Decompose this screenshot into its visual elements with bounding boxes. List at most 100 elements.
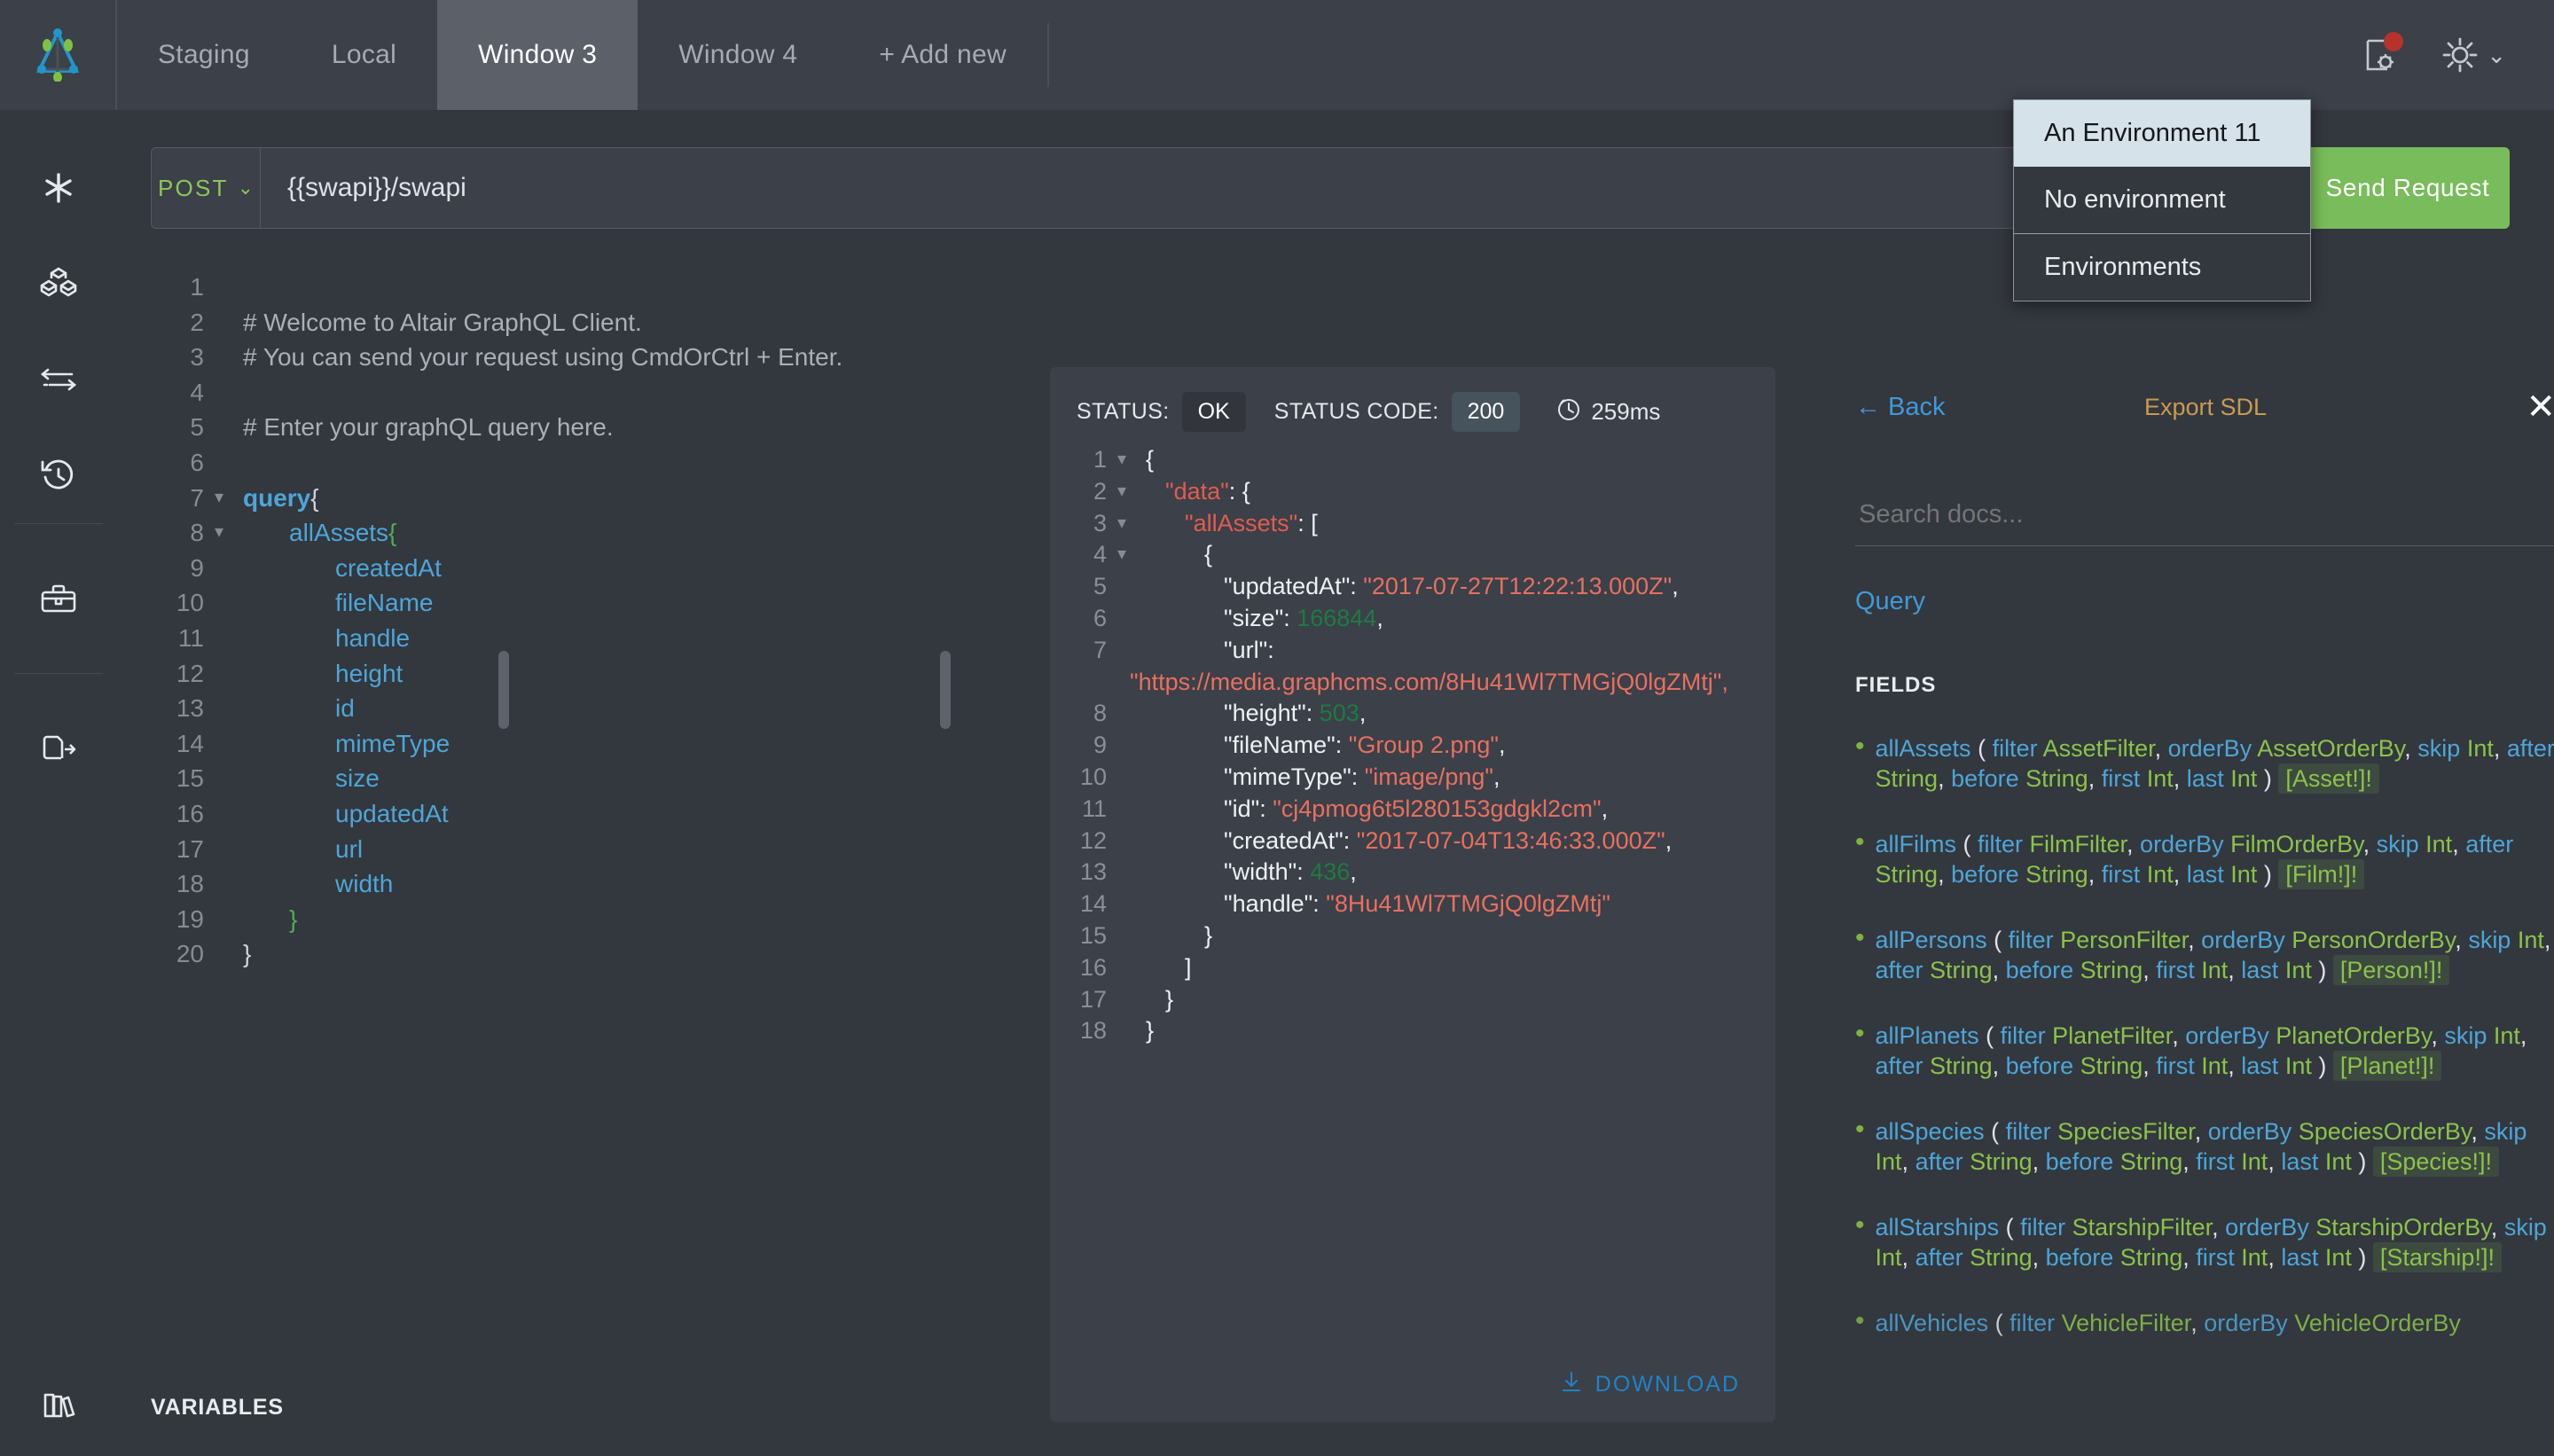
docs-arg-type[interactable]: String bbox=[2025, 765, 2088, 792]
docs-return-type[interactable]: [Film!]! bbox=[2278, 859, 2365, 889]
add-new-window-button[interactable]: + Add new bbox=[838, 0, 1047, 110]
docs-field-name[interactable]: allVehicles bbox=[1876, 1310, 1989, 1336]
fold-toggle-icon[interactable]: ▾ bbox=[208, 481, 231, 516]
docs-field-name[interactable]: allPlanets bbox=[1876, 1022, 1979, 1049]
docs-return-type[interactable]: [Asset!]! bbox=[2278, 763, 2379, 794]
docs-arg-type[interactable]: SpeciesFilter bbox=[2057, 1118, 2195, 1145]
books-icon[interactable] bbox=[38, 1384, 79, 1429]
docs-arg-type[interactable]: String bbox=[2080, 957, 2143, 983]
docs-arg-type[interactable]: SpeciesOrderBy bbox=[2299, 1118, 2472, 1145]
docs-return-type[interactable]: [Starship!]! bbox=[2372, 1242, 2502, 1272]
docs-arg-type[interactable]: PlanetFilter bbox=[2052, 1022, 2172, 1049]
docs-arg-type[interactable]: VehicleOrderBy bbox=[2294, 1310, 2461, 1336]
docs-query-link[interactable]: Query bbox=[1855, 587, 2554, 616]
send-request-button[interactable]: Send Request bbox=[2306, 147, 2510, 229]
docs-arg-type[interactable]: String bbox=[1876, 765, 1939, 792]
tab-staging[interactable]: Staging bbox=[117, 0, 291, 110]
query-pane-drag-handle[interactable] bbox=[498, 651, 509, 729]
docs-field-item[interactable]: • allAssets ( filter AssetFilter, orderBy… bbox=[1855, 733, 2554, 794]
docs-field-item[interactable]: • allStarships ( filter StarshipFilter, o… bbox=[1855, 1212, 2554, 1272]
export-sdl-button[interactable]: Export SDL bbox=[2144, 394, 2267, 421]
fold-toggle-icon[interactable]: ▾ bbox=[1110, 508, 1133, 540]
docs-field-item[interactable]: • allVehicles ( filter VehicleFilter, ord… bbox=[1855, 1308, 2554, 1338]
docs-arg-type[interactable]: StarshipOrderBy bbox=[2315, 1214, 2491, 1241]
docs-field-item[interactable]: • allSpecies ( filter SpeciesFilter, orde… bbox=[1855, 1116, 2554, 1177]
docs-arg-type[interactable]: Int bbox=[2285, 1053, 2312, 1079]
history-clock-icon[interactable] bbox=[0, 427, 117, 523]
docs-arg-type[interactable]: Int bbox=[2467, 735, 2494, 762]
variables-section-label[interactable]: VARIABLES bbox=[151, 1395, 284, 1421]
docs-arg-type[interactable]: Int bbox=[2425, 831, 2452, 857]
docs-field-name[interactable]: allAssets bbox=[1876, 735, 1971, 762]
url-input[interactable] bbox=[261, 147, 2027, 229]
docs-arg-type[interactable]: Int bbox=[2285, 957, 2312, 983]
docs-arg-type[interactable]: PersonFilter bbox=[2060, 927, 2188, 953]
docs-arg-type[interactable]: String bbox=[1930, 957, 1993, 983]
query-editor[interactable]: 1 2 # Welcome to Altair GraphQL Client. 3 # … bbox=[151, 270, 967, 1422]
response-code-lines[interactable]: 1 ▾{2 ▾ "data": {3 ▾ "allAssets": [4 ▾{5 "updat… bbox=[1069, 444, 1775, 1047]
docs-arg-type[interactable]: Int bbox=[2201, 1053, 2228, 1079]
docs-arg-type[interactable]: Int bbox=[2325, 1148, 2352, 1175]
docs-arg-type[interactable]: Int bbox=[2147, 765, 2174, 792]
docs-arg-type[interactable]: Int bbox=[2325, 1244, 2352, 1271]
collections-icon[interactable] bbox=[0, 236, 117, 332]
docs-arg-type[interactable]: Int bbox=[1876, 1148, 1902, 1175]
download-response-button[interactable]: DOWNLOAD bbox=[1560, 1370, 1740, 1399]
export-window-icon[interactable] bbox=[0, 701, 117, 796]
docs-arg-type[interactable]: Int bbox=[2201, 957, 2228, 983]
fold-toggle-icon[interactable]: ▾ bbox=[1110, 476, 1133, 508]
docs-arg-type[interactable]: String bbox=[2120, 1244, 2183, 1271]
docs-field-item[interactable]: • allFilms ( filter FilmFilter, orderBy F… bbox=[1855, 829, 2554, 889]
docs-return-type[interactable]: [Species!]! bbox=[2372, 1147, 2499, 1177]
query-code-lines[interactable]: 1 2 # Welcome to Altair GraphQL Client. 3 # … bbox=[151, 270, 967, 972]
docs-arg-type[interactable]: FilmOrderBy bbox=[2230, 831, 2363, 857]
environment-settings-icon[interactable] bbox=[2361, 32, 2404, 74]
env-menu-item-no-environment[interactable]: No environment bbox=[2014, 167, 2310, 233]
fold-toggle-icon[interactable]: ▾ bbox=[1110, 539, 1133, 571]
docs-arg-type[interactable]: Int bbox=[2241, 1244, 2268, 1271]
docs-arg-type[interactable]: String bbox=[2080, 1053, 2143, 1079]
tab-local[interactable]: Local bbox=[291, 0, 437, 110]
docs-field-name[interactable]: allFilms bbox=[1876, 831, 1957, 857]
docs-arg-type[interactable]: AssetFilter bbox=[2043, 735, 2155, 762]
altair-logo-icon[interactable] bbox=[0, 0, 117, 110]
response-pane-drag-handle[interactable] bbox=[940, 651, 951, 729]
tab-window-3[interactable]: Window 3 bbox=[437, 0, 638, 110]
docs-arg-type[interactable]: String bbox=[1876, 861, 1939, 888]
docs-asterisk-icon[interactable] bbox=[0, 140, 117, 236]
docs-field-item[interactable]: • allPersons ( filter PersonFilter, order… bbox=[1855, 925, 2554, 985]
docs-arg-type[interactable]: VehicleFilter bbox=[2062, 1310, 2191, 1336]
env-menu-item-environments[interactable]: Environments bbox=[2014, 234, 2310, 301]
docs-arg-type[interactable]: PlanetOrderBy bbox=[2276, 1022, 2431, 1049]
pre-request-arrows-icon[interactable] bbox=[0, 332, 117, 427]
docs-back-button[interactable]: ← Back bbox=[1855, 393, 1946, 422]
docs-arg-type[interactable]: FilmFilter bbox=[2030, 831, 2127, 857]
docs-arg-type[interactable]: String bbox=[2025, 861, 2088, 888]
docs-arg-type[interactable]: String bbox=[1970, 1244, 2033, 1271]
env-menu-item-an-environment-11[interactable]: An Environment 11 bbox=[2014, 100, 2310, 167]
docs-arg-type[interactable]: Int bbox=[2494, 1022, 2520, 1049]
docs-arg-type[interactable]: Int bbox=[2230, 861, 2257, 888]
docs-arg-type[interactable]: Int bbox=[2147, 861, 2174, 888]
settings-button[interactable]: ⌄ bbox=[2439, 34, 2506, 76]
docs-return-type[interactable]: [Planet!]! bbox=[2332, 1051, 2442, 1081]
docs-arg-type[interactable]: Int bbox=[1876, 1244, 1902, 1271]
docs-arg-type[interactable]: String bbox=[1970, 1148, 2033, 1175]
http-method-selector[interactable]: POST ⌄ bbox=[151, 147, 261, 229]
docs-field-item[interactable]: • allPlanets ( filter PlanetFilter, order… bbox=[1855, 1021, 2554, 1081]
toolbox-icon[interactable] bbox=[0, 551, 117, 646]
fold-toggle-icon[interactable]: ▾ bbox=[1110, 444, 1133, 476]
docs-field-name[interactable]: allSpecies bbox=[1876, 1118, 1985, 1145]
tab-window-4[interactable]: Window 4 bbox=[638, 0, 838, 110]
response-body[interactable]: 1 ▾{2 ▾ "data": {3 ▾ "allAssets": [4 ▾{5 "updat… bbox=[1050, 439, 1775, 1047]
search-docs-input[interactable] bbox=[1855, 493, 2554, 546]
docs-arg-type[interactable]: String bbox=[2120, 1148, 2183, 1175]
docs-arg-type[interactable]: StarshipFilter bbox=[2072, 1214, 2213, 1241]
docs-arg-type[interactable]: Int bbox=[2241, 1148, 2268, 1175]
docs-arg-type[interactable]: Int bbox=[2230, 765, 2257, 792]
docs-field-name[interactable]: allPersons bbox=[1876, 927, 1987, 953]
docs-arg-type[interactable]: String bbox=[1930, 1053, 1993, 1079]
docs-arg-type[interactable]: Int bbox=[2518, 927, 2544, 953]
docs-arg-type[interactable]: PersonOrderBy bbox=[2292, 927, 2455, 953]
fold-toggle-icon[interactable]: ▾ bbox=[208, 515, 231, 551]
